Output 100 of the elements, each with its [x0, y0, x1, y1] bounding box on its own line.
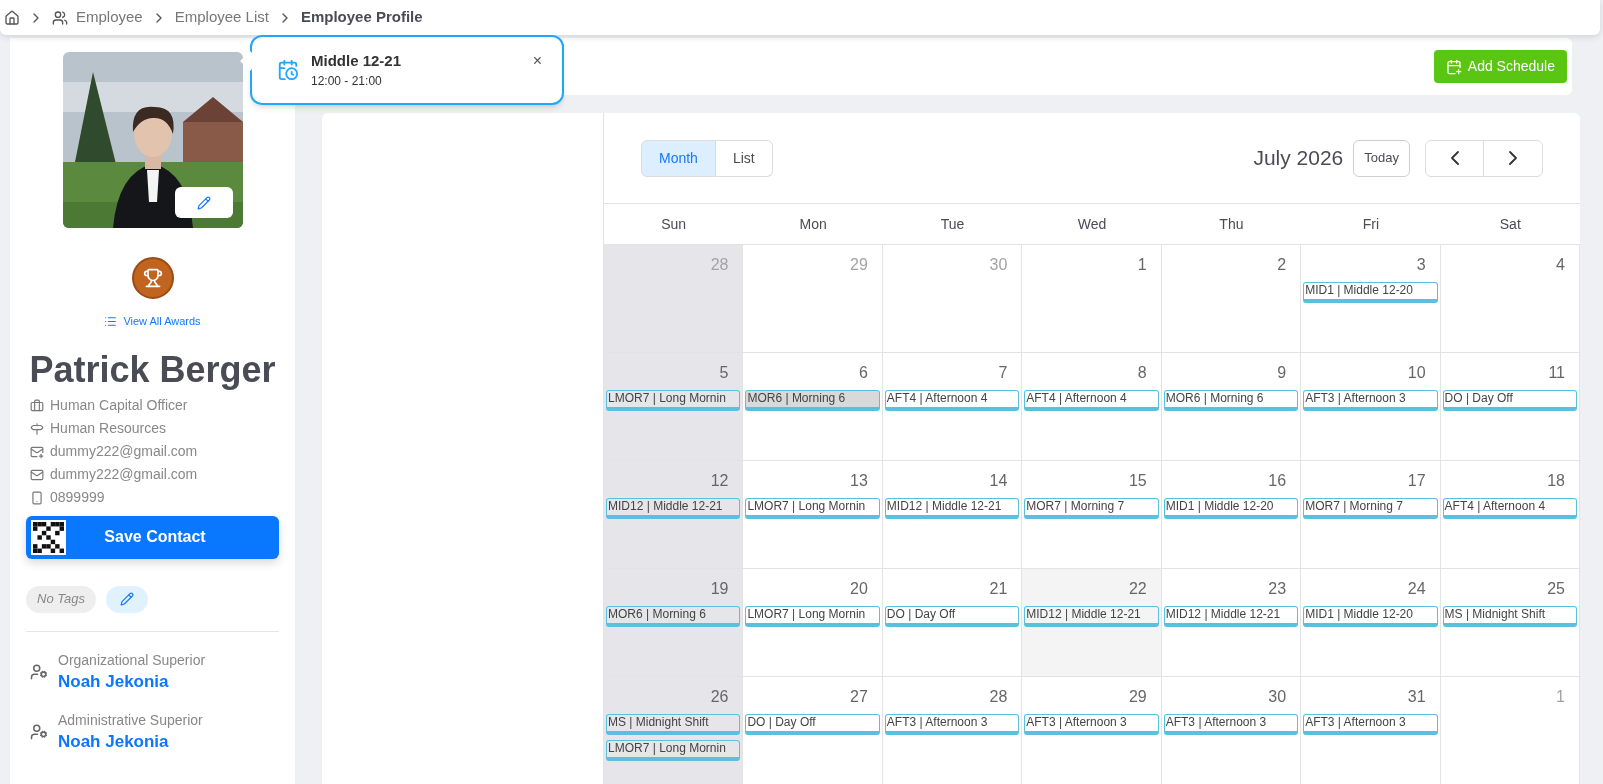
superior-name-link[interactable]: Noah Jekonia — [58, 669, 206, 694]
shift-event[interactable]: LMOR7 | Long Mornin — [745, 498, 880, 519]
close-button[interactable]: × — [532, 49, 542, 73]
shift-event[interactable]: LMOR7 | Long Mornin — [606, 390, 741, 411]
day-number: 1 — [1556, 687, 1566, 707]
shift-event[interactable]: MS | Midnight Shift — [606, 714, 741, 735]
profile-detail: Human Capital Officer — [50, 396, 188, 415]
shift-event[interactable]: AFT4 | Afternoon 4 — [884, 390, 1020, 411]
shift-event[interactable]: MOR6 | Morning 6 — [745, 390, 880, 411]
department-icon — [30, 421, 44, 436]
day-number: 8 — [1137, 363, 1148, 383]
chevron-right-icon — [1509, 151, 1517, 165]
shift-event[interactable]: MOR7 | Morning 7 — [1024, 498, 1159, 519]
shift-event[interactable]: MID1 | Middle 12-20 — [1163, 498, 1299, 519]
day-number: 18 — [1547, 471, 1566, 491]
day-number: 25 — [1547, 579, 1566, 599]
shift-event[interactable]: DO | Day Off — [884, 606, 1020, 627]
trophy-badge-icon — [131, 257, 174, 299]
day-number: 17 — [1407, 471, 1427, 491]
calendar-clock-icon — [277, 59, 299, 81]
edit-photo-button[interactable] — [174, 187, 233, 218]
day-number: 20 — [850, 579, 869, 599]
day-number: 23 — [1268, 579, 1288, 599]
email-icon — [30, 467, 44, 482]
edit-tags-button[interactable] — [105, 585, 148, 613]
shift-event[interactable]: AFT3 | Afternoon 3 — [1303, 714, 1438, 735]
day-number: 19 — [710, 579, 730, 599]
profile-detail: dummy222@gmail.com — [50, 442, 198, 461]
day-number: 3 — [1416, 255, 1427, 275]
view-all-awards-link[interactable]: View All Awards — [104, 313, 201, 330]
day-number: 30 — [989, 255, 1009, 275]
day-number: 13 — [850, 471, 869, 491]
list-icon — [104, 314, 118, 328]
shift-event[interactable]: MOR7 | Morning 7 — [1303, 498, 1438, 519]
shift-event[interactable]: DO | Day Off — [745, 714, 880, 735]
profile-detail: dummy222@gmail.com — [50, 465, 198, 484]
shift-event[interactable]: AFT3 | Afternoon 3 — [1024, 714, 1159, 735]
shift-event[interactable]: AFT4 | Afternoon 4 — [1442, 498, 1577, 519]
day-number: 21 — [989, 579, 1009, 599]
home-icon[interactable] — [4, 9, 20, 26]
shift-event[interactable]: AFT3 | Afternoon 3 — [884, 714, 1020, 735]
shift-event[interactable]: AFT3 | Afternoon 3 — [1303, 390, 1438, 411]
users-icon — [52, 9, 68, 26]
work-email-icon — [30, 444, 44, 459]
shift-event[interactable]: AFT4 | Afternoon 4 — [1024, 390, 1159, 411]
day-number: 31 — [1407, 687, 1427, 707]
save-contact-button[interactable]: Save Contact — [26, 515, 279, 559]
pencil-icon — [196, 195, 211, 210]
shift-event[interactable]: MID12 | Middle 12-21 — [606, 498, 741, 519]
day-number: 6 — [858, 363, 869, 383]
superior-label: Administrative Superior — [58, 710, 203, 730]
job-icon — [30, 398, 44, 413]
weekday-header: Sun — [661, 214, 687, 234]
day-number: 7 — [998, 363, 1009, 383]
chevron-left-icon — [1450, 151, 1459, 165]
day-number: 15 — [1128, 471, 1148, 491]
shift-event[interactable]: MID1 | Middle 12-20 — [1303, 282, 1438, 303]
qr-code-icon — [31, 519, 66, 555]
calendar-title: July 2026 — [1253, 145, 1344, 172]
shift-event[interactable]: MS | Midnight Shift — [1442, 606, 1577, 627]
day-number: 26 — [710, 687, 730, 707]
weekday-header: Mon — [799, 214, 827, 234]
day-number: 30 — [1268, 687, 1288, 707]
shift-event[interactable]: MID1 | Middle 12-20 — [1303, 606, 1438, 627]
shift-event[interactable]: MID12 | Middle 12-21 — [884, 498, 1020, 519]
day-number: 4 — [1556, 255, 1566, 275]
day-number: 27 — [850, 687, 869, 707]
shift-event[interactable]: MOR6 | Morning 6 — [606, 606, 741, 627]
profile-detail: Human Resources — [50, 419, 166, 438]
profile-detail: 0899999 — [50, 488, 105, 507]
day-number: 12 — [710, 471, 730, 491]
shift-event[interactable]: LMOR7 | Long Mornin — [606, 740, 741, 761]
shift-event[interactable]: MID12 | Middle 12-21 — [1024, 606, 1159, 627]
superior-name-link[interactable]: Noah Jekonia — [58, 729, 203, 754]
phone-icon — [30, 490, 44, 505]
weekday-header: Fri — [1362, 214, 1379, 234]
day-number: 11 — [1548, 363, 1566, 383]
day-number: 28 — [710, 255, 730, 275]
day-number: 16 — [1268, 471, 1288, 491]
view-tab[interactable]: Month — [641, 139, 716, 177]
shift-event[interactable]: MOR6 | Morning 6 — [1163, 390, 1299, 411]
day-number: 5 — [719, 363, 730, 383]
day-number: 29 — [850, 255, 869, 275]
breadcrumb-link[interactable]: Employee — [76, 6, 143, 29]
day-number: 1 — [1137, 255, 1148, 275]
popover-time: 12:00 - 21:00 — [311, 73, 383, 91]
shift-event[interactable]: DO | Day Off — [1442, 390, 1577, 411]
shift-event[interactable]: LMOR7 | Long Mornin — [745, 606, 880, 627]
shift-event[interactable]: AFT3 | Afternoon 3 — [1163, 714, 1299, 735]
day-number: 28 — [989, 687, 1009, 707]
day-number: 29 — [1128, 687, 1148, 707]
shift-event[interactable]: MID12 | Middle 12-21 — [1163, 606, 1299, 627]
day-number: 9 — [1277, 363, 1288, 383]
today-button[interactable]: Today — [1353, 139, 1410, 177]
day-number: 2 — [1277, 255, 1288, 275]
weekday-header: Tue — [940, 214, 965, 234]
day-number: 10 — [1407, 363, 1427, 383]
view-tab[interactable]: List — [715, 139, 773, 177]
weekday-header: Wed — [1077, 214, 1107, 234]
breadcrumb-link[interactable]: Employee List — [174, 6, 269, 29]
